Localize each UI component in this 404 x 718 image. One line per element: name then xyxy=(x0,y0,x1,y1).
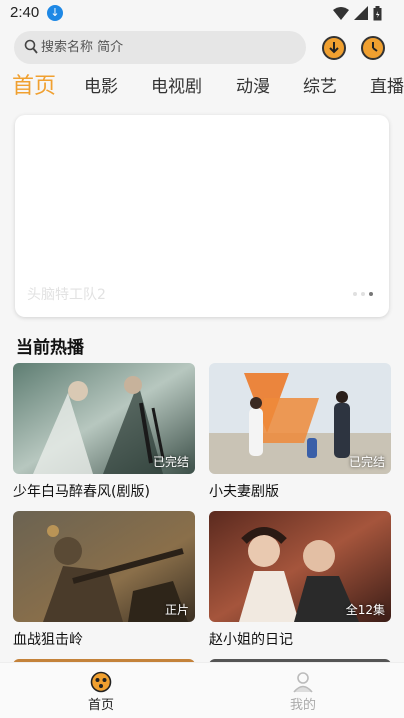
tab-movies[interactable]: 电影 xyxy=(84,70,118,104)
nav-label: 我的 xyxy=(289,698,316,713)
carousel-dot xyxy=(361,292,365,296)
media-card[interactable]: 已完结 小夫妻剧版 xyxy=(209,363,391,501)
banner-carousel[interactable]: 头脑特工队2 xyxy=(15,115,389,317)
download-icon xyxy=(329,42,339,54)
card-title: 少年白马醉春风(剧版) xyxy=(13,484,150,500)
tab-variety[interactable]: 综艺 xyxy=(303,70,337,104)
nav-label: 首页 xyxy=(87,698,114,713)
battery-icon xyxy=(373,5,382,20)
media-card[interactable]: 已完结 少年白马醉春风(剧版) xyxy=(13,363,195,501)
card-title: 血战狙击岭 xyxy=(13,632,83,648)
signal-icon xyxy=(354,6,368,20)
profile-icon xyxy=(293,672,313,693)
poster-image: 全12集 xyxy=(209,511,391,622)
banner-title: 头脑特工队2 xyxy=(27,287,106,303)
status-badge: 已完结 xyxy=(152,455,189,469)
status-badge: 已完结 xyxy=(348,455,385,469)
clock-icon xyxy=(372,42,378,52)
poster-image: 正片 xyxy=(13,511,195,622)
category-tabs: 首页 电影 电视剧 动漫 综艺 直播 xyxy=(0,70,404,104)
card-title: 小夫妻剧版 xyxy=(209,484,279,500)
status-icons xyxy=(333,5,382,21)
tab-tv-series[interactable]: 电视剧 xyxy=(151,70,202,104)
nav-home[interactable]: 首页 xyxy=(71,671,131,713)
download-button[interactable] xyxy=(322,36,346,60)
home-icon xyxy=(90,671,112,693)
search-icon xyxy=(24,39,38,54)
search-bar[interactable] xyxy=(14,31,306,64)
status-badge: 全12集 xyxy=(345,603,385,617)
media-card[interactable]: 正片 血战狙击岭 xyxy=(13,511,195,649)
media-card[interactable]: 全12集 赵小姐的日记 xyxy=(209,511,391,649)
carousel-indicator xyxy=(353,292,373,296)
poster-image: 已完结 xyxy=(13,363,195,474)
poster-image: 已完结 xyxy=(209,363,391,474)
status-bar: 2:40 ↓ xyxy=(0,0,404,28)
nav-profile[interactable]: 我的 xyxy=(273,671,333,713)
status-time: 2:40 xyxy=(10,4,40,21)
history-button[interactable] xyxy=(361,36,385,60)
download-notification-icon: ↓ xyxy=(47,5,63,21)
search-input[interactable] xyxy=(41,31,291,64)
tab-anime[interactable]: 动漫 xyxy=(236,70,270,104)
bottom-navigation: 首页 我的 xyxy=(0,662,404,718)
tab-live[interactable]: 直播 xyxy=(370,70,404,104)
card-title: 赵小姐的日记 xyxy=(209,632,293,648)
carousel-dot xyxy=(353,292,357,296)
section-title: 当前热播 xyxy=(16,338,84,358)
status-badge: 正片 xyxy=(164,603,189,617)
wifi-icon xyxy=(333,7,349,20)
tab-home[interactable]: 首页 xyxy=(12,70,56,104)
carousel-dot-active xyxy=(369,292,373,296)
